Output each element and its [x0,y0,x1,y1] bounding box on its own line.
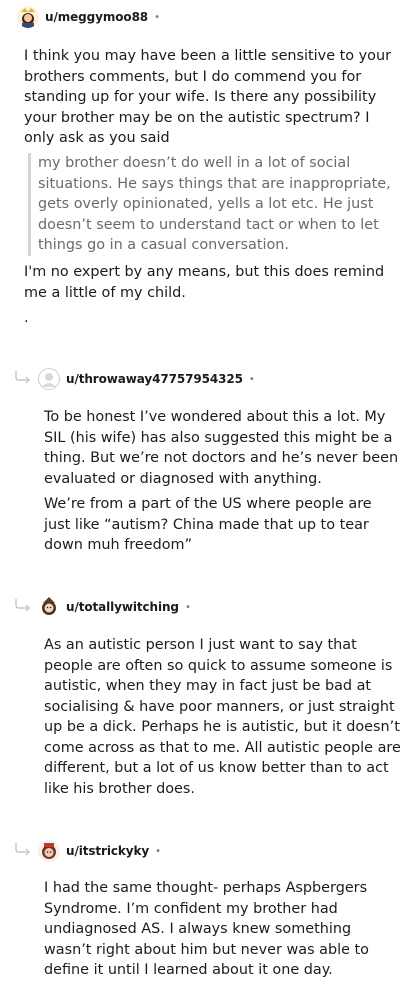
user-avatar-icon[interactable] [17,6,39,28]
comment-header: u/meggymoo88 • [17,5,160,29]
comment-paragraph: . [24,310,29,326]
comment-paragraph: To be honest I’ve wondered about this a … [44,409,399,487]
username[interactable]: u/meggymoo88 [45,10,148,24]
separator-dot: • [155,845,162,857]
comment-header: u/totallywitching • [38,595,191,619]
separator-dot: • [248,373,255,385]
reply-arrow-icon [15,371,31,384]
user-avatar-icon[interactable] [38,596,60,618]
comment-paragraph: We’re from a part of the US where people… [44,496,372,553]
username[interactable]: u/itstrickyky [66,844,149,858]
user-avatar-icon[interactable] [38,368,60,390]
username[interactable]: u/totallywitching [66,600,179,614]
blockquote: my brother doesn’t do well in a lot of s… [28,153,391,256]
separator-dot: • [154,11,160,23]
reply-arrow-icon [15,843,31,856]
user-avatar-icon[interactable] [38,840,60,862]
username[interactable]: u/throwaway47757954325 [66,372,243,386]
separator-dot: • [184,601,191,613]
comment-paragraph: I think you may have been a little sensi… [24,48,392,146]
comment-paragraph: As an autistic person I just want to say… [44,637,400,797]
comment-paragraph: I had the same thought- perhaps Aspberge… [44,880,369,978]
comment-header: u/itstrickyky • [38,839,161,863]
reply-arrow-icon [15,599,31,612]
comment-paragraph: I'm no expert by any means, but this doe… [24,264,385,301]
comment-header: u/throwaway47757954325 • [38,367,255,391]
